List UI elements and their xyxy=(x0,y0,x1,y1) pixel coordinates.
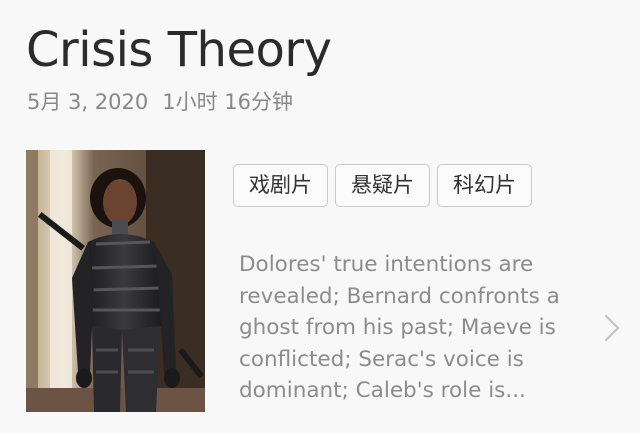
genre-tag-scifi[interactable]: 科幻片 xyxy=(437,164,532,207)
air-date: 5月 3, 2020 xyxy=(27,90,149,114)
synopsis-line: dominant; Caleb's role is... xyxy=(239,378,526,404)
synopsis-line: revealed; Bernard confronts a xyxy=(239,283,560,309)
genre-tag-mystery[interactable]: 悬疑片 xyxy=(335,164,430,207)
episode-detail-card[interactable]: Crisis Theory 5月 3, 2020 1小时 16分钟 戏剧片 悬疑… xyxy=(0,0,640,433)
episode-meta: 5月 3, 2020 1小时 16分钟 xyxy=(27,86,293,118)
runtime: 1小时 16分钟 xyxy=(162,90,293,114)
chevron-right-icon[interactable] xyxy=(598,312,626,344)
synopsis-line: conflicted; Serac's voice is xyxy=(239,346,524,372)
poster-image xyxy=(26,150,205,412)
episode-poster[interactable] xyxy=(26,150,205,412)
episode-synopsis[interactable]: Dolores' true intentions are revealed; B… xyxy=(239,249,584,407)
genre-tags: 戏剧片 悬疑片 科幻片 xyxy=(233,164,532,207)
episode-title: Crisis Theory xyxy=(26,22,332,78)
synopsis-line: ghost from his past; Maeve is xyxy=(239,315,556,341)
synopsis-line: Dolores' true intentions are xyxy=(239,252,534,277)
genre-tag-drama[interactable]: 戏剧片 xyxy=(233,164,328,207)
